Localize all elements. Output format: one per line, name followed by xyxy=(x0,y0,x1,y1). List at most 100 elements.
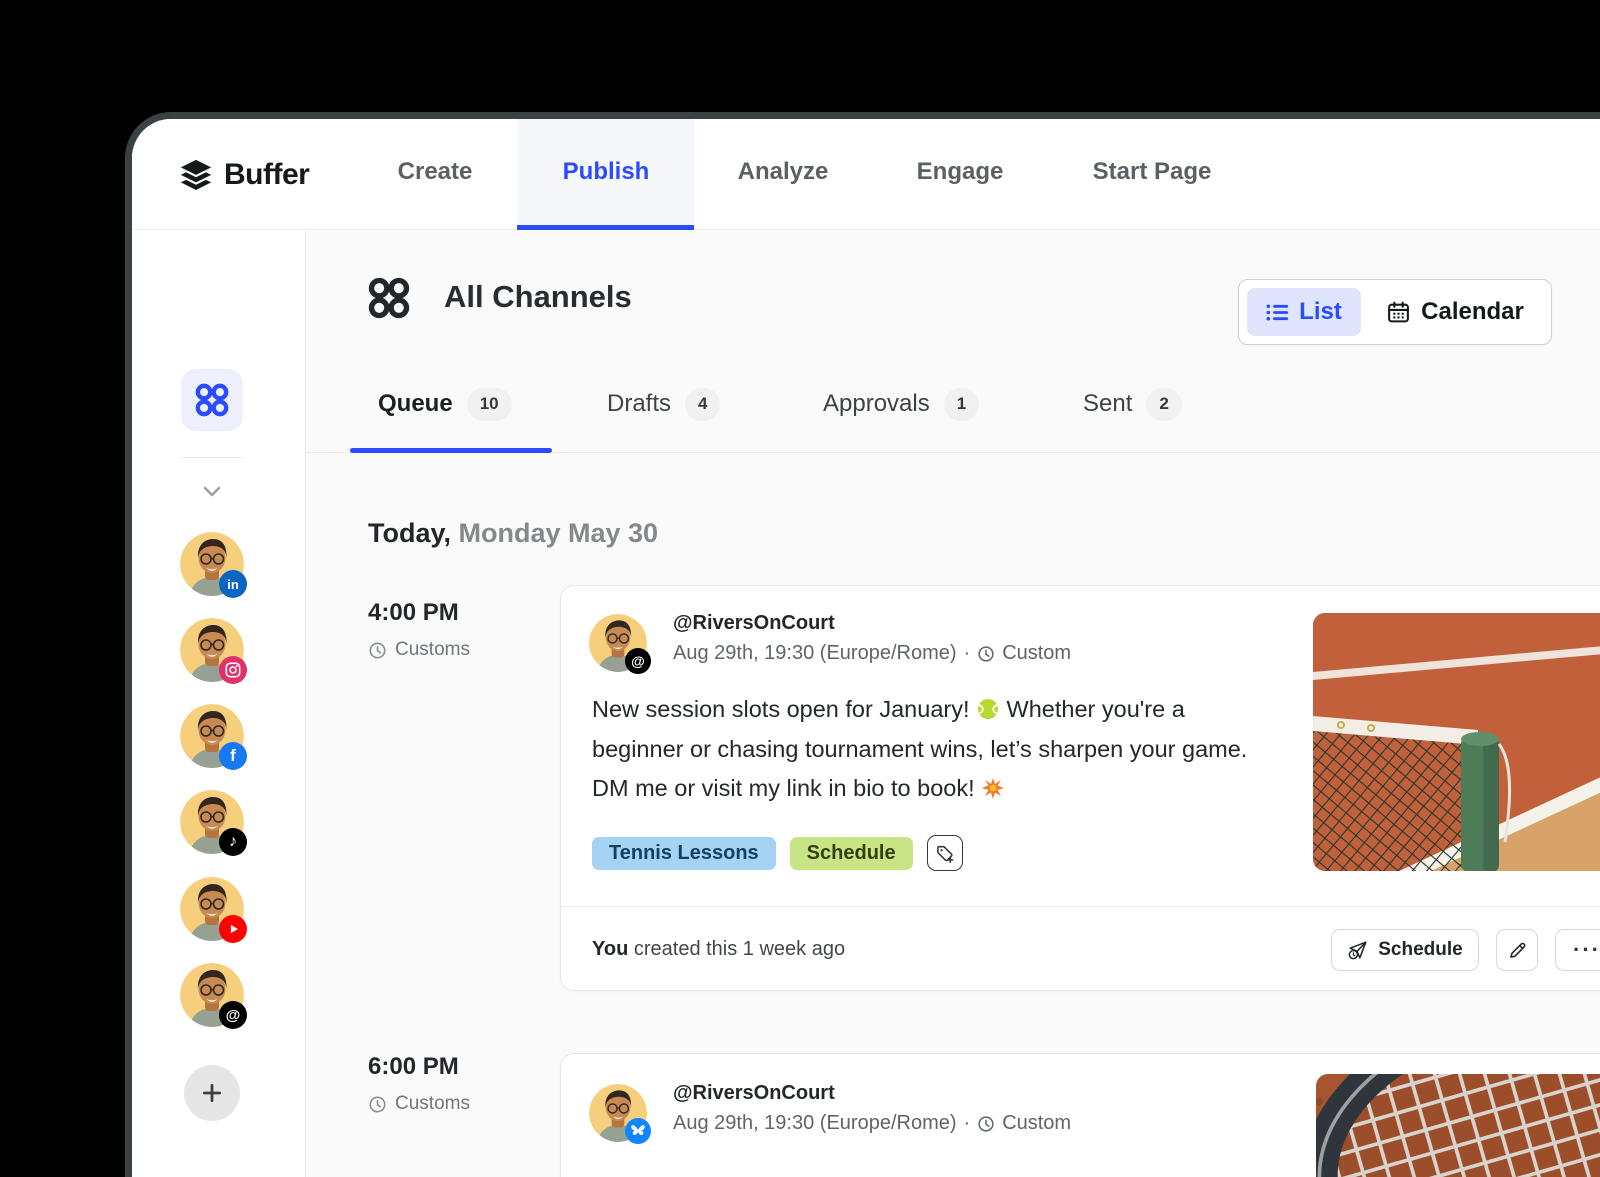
tab-drafts-label: Drafts xyxy=(607,390,671,418)
slot-label: Customs xyxy=(368,1093,470,1115)
slot-label: Customs xyxy=(368,639,470,661)
tab-sent-label: Sent xyxy=(1083,390,1132,418)
post-card: @ @RiversOnCourt Aug 29th, 19:30 (Europe… xyxy=(560,585,1600,991)
top-nav: Buffer Create Publish Analyze Engage Sta… xyxy=(132,119,1600,230)
schedule-type: Custom xyxy=(1002,642,1071,665)
day-heading-date: Monday May 30 xyxy=(451,518,658,548)
tab-sent-count: 2 xyxy=(1146,388,1181,421)
tag-tennis-lessons[interactable]: Tennis Lessons xyxy=(592,837,776,870)
slot-label-text: Customs xyxy=(395,639,470,661)
nav-item-start-page[interactable]: Start Page xyxy=(1093,119,1212,225)
tag-plus-icon xyxy=(934,843,955,864)
clock-icon xyxy=(977,1115,995,1133)
schedule-type: Custom xyxy=(1002,1112,1071,1135)
channel-sidebar: in f ♪ xyxy=(132,231,306,1177)
tab-queue-label: Queue xyxy=(378,390,453,418)
buffer-logo-icon xyxy=(178,157,214,193)
channel-facebook[interactable]: f xyxy=(180,704,244,768)
nav-item-publish[interactable]: Publish xyxy=(563,119,650,225)
all-channels-icon xyxy=(368,277,410,319)
threads-icon: @ xyxy=(219,1001,247,1029)
add-channel-button[interactable] xyxy=(184,1065,240,1121)
marketing-backdrop: Buffer Create Publish Analyze Engage Sta… xyxy=(0,0,1600,1177)
channel-linkedin[interactable]: in xyxy=(180,532,244,596)
schedule-button[interactable]: Schedule xyxy=(1331,929,1479,971)
pencil-icon xyxy=(1507,940,1528,961)
threads-icon: @ xyxy=(625,648,651,674)
channel-youtube[interactable] xyxy=(180,877,244,941)
bluesky-icon xyxy=(625,1118,651,1144)
sidebar-divider xyxy=(181,457,243,458)
post-date: Aug 29th, 19:30 (Europe/Rome) xyxy=(673,1112,957,1135)
buffer-logo[interactable]: Buffer xyxy=(178,119,309,230)
created-text: created this 1 week ago xyxy=(628,938,845,960)
clock-icon xyxy=(368,641,387,660)
tab-drafts[interactable]: Drafts 4 xyxy=(607,381,720,427)
facebook-icon: f xyxy=(219,742,247,770)
post-body-text: New session slots open for January! xyxy=(592,696,976,722)
post-card-footer: You created this 1 week ago Schedule ··· xyxy=(561,906,1600,992)
post-meta: Aug 29th, 19:30 (Europe/Rome) · Custom xyxy=(673,1112,1071,1135)
created-info: You created this 1 week ago xyxy=(592,938,845,961)
tab-approvals[interactable]: Approvals 1 xyxy=(823,381,979,427)
tab-approvals-count: 1 xyxy=(944,388,979,421)
add-tag-button[interactable] xyxy=(927,835,963,871)
created-author: You xyxy=(592,938,628,960)
app-window: Buffer Create Publish Analyze Engage Sta… xyxy=(125,112,1600,1177)
day-heading-today: Today, xyxy=(368,518,451,548)
youtube-icon xyxy=(219,915,247,943)
list-icon xyxy=(1266,303,1289,322)
brand-name: Buffer xyxy=(224,158,309,192)
list-view-label: List xyxy=(1299,298,1342,326)
calendar-view-label: Calendar xyxy=(1421,298,1524,326)
collision-emoji xyxy=(981,776,1005,800)
slot-time: 4:00 PM xyxy=(368,599,459,627)
calendar-view-button[interactable]: Calendar xyxy=(1367,288,1543,336)
tag-row: Tennis Lessons Schedule xyxy=(592,835,963,871)
tiktok-icon: ♪ xyxy=(219,828,247,856)
post-image-racket xyxy=(1316,1074,1600,1177)
post-avatar xyxy=(589,1084,647,1142)
nav-item-analyze[interactable]: Analyze xyxy=(738,119,829,225)
all-channels-button[interactable] xyxy=(181,369,243,431)
post-body: New session slots open for January! Whet… xyxy=(592,690,1282,809)
main-content: All Channels List Calendar Queue 10 xyxy=(306,231,1600,1177)
slot-label-text: Customs xyxy=(395,1093,470,1115)
page-title: All Channels xyxy=(444,279,632,315)
linkedin-icon: in xyxy=(219,570,247,598)
post-meta: Aug 29th, 19:30 (Europe/Rome) · Custom xyxy=(673,642,1071,665)
view-toggle: List Calendar xyxy=(1238,279,1552,345)
tab-drafts-count: 4 xyxy=(685,388,720,421)
channels-grid-icon xyxy=(195,383,229,417)
list-view-button[interactable]: List xyxy=(1247,288,1361,336)
post-date: Aug 29th, 19:30 (Europe/Rome) xyxy=(673,642,957,665)
clock-icon xyxy=(368,1095,387,1114)
nav-item-engage[interactable]: Engage xyxy=(917,119,1004,225)
schedule-button-label: Schedule xyxy=(1378,939,1462,961)
tab-sent[interactable]: Sent 2 xyxy=(1083,381,1182,427)
day-heading: Today, Monday May 30 xyxy=(368,518,658,549)
post-avatar: @ xyxy=(589,614,647,672)
edit-button[interactable] xyxy=(1496,929,1538,971)
channel-threads[interactable]: @ xyxy=(180,963,244,1027)
post-handle: @RiversOnCourt xyxy=(673,1082,835,1105)
meta-dot: · xyxy=(964,642,971,665)
chevron-down-icon[interactable] xyxy=(200,479,224,503)
nav-item-create[interactable]: Create xyxy=(398,119,473,225)
tab-queue-count: 10 xyxy=(467,388,512,421)
tab-queue[interactable]: Queue 10 xyxy=(378,381,512,427)
active-tab-underline xyxy=(350,448,552,453)
tab-approvals-label: Approvals xyxy=(823,390,930,418)
post-card: @RiversOnCourt Aug 29th, 19:30 (Europe/R… xyxy=(560,1053,1600,1177)
calendar-icon xyxy=(1386,300,1411,325)
channel-instagram[interactable] xyxy=(180,618,244,682)
slot-time: 6:00 PM xyxy=(368,1053,459,1081)
channel-tiktok[interactable]: ♪ xyxy=(180,790,244,854)
tag-schedule[interactable]: Schedule xyxy=(790,837,913,870)
tennis-ball-emoji xyxy=(976,697,1000,721)
meta-dot: · xyxy=(964,1112,971,1135)
post-image-tennis-court xyxy=(1313,613,1600,871)
post-handle: @RiversOnCourt xyxy=(673,612,835,635)
more-options-button[interactable]: ··· xyxy=(1555,929,1600,971)
plus-icon xyxy=(199,1080,225,1106)
